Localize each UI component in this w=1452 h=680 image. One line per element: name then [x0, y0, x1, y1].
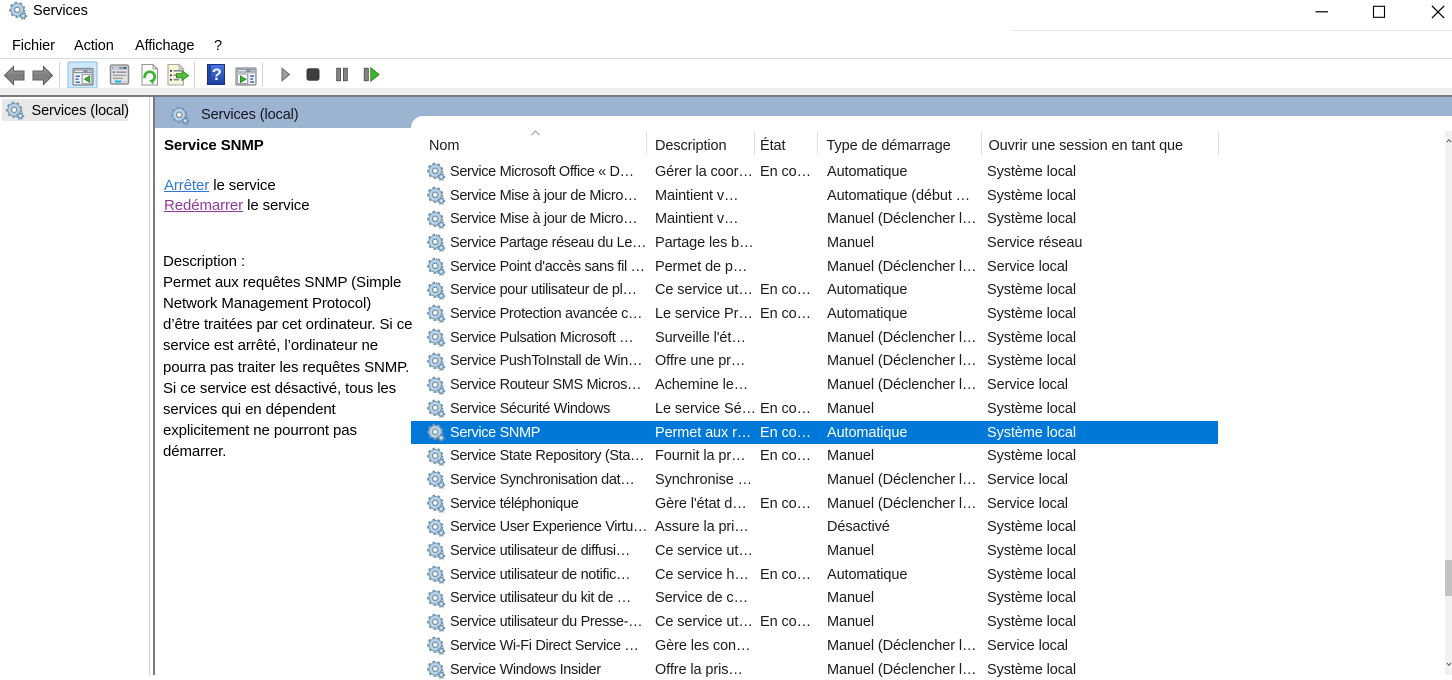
svg-text:?: ? [212, 66, 222, 84]
